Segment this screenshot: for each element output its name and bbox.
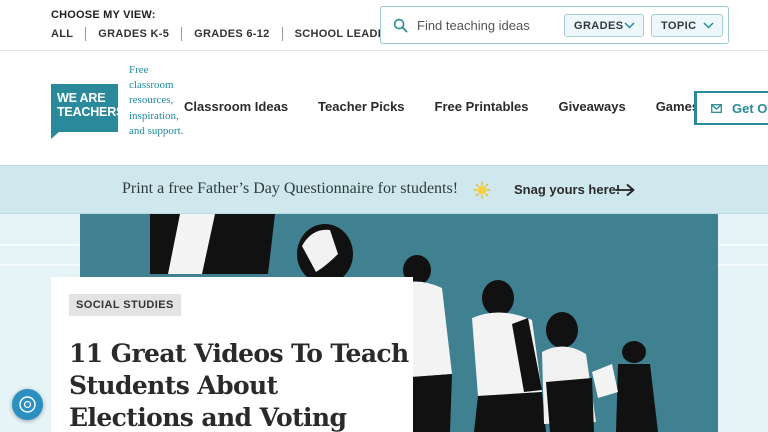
topic-filter-dropdown[interactable]: TOPIC <box>651 14 723 37</box>
search-input[interactable] <box>417 15 557 35</box>
arrow-right-icon[interactable] <box>615 184 635 196</box>
choose-view-label: CHOOSE MY VIEW: <box>51 9 156 21</box>
featured-article-card[interactable]: SOCIAL STUDIES 11 Great Videos To Teach … <box>51 277 413 432</box>
promo-text: Print a free Father’s Day Questionnaire … <box>122 180 459 197</box>
divider <box>181 27 183 41</box>
article-title[interactable]: 11 Great Videos To Teach Students About … <box>69 338 409 432</box>
chat-widget-button[interactable] <box>12 389 43 420</box>
chevron-down-icon <box>703 22 714 29</box>
nav-teacher-picks[interactable]: Teacher Picks <box>318 99 404 114</box>
logo-tail-shape <box>51 132 59 139</box>
topic-filter-label: TOPIC <box>661 19 697 32</box>
promo-banner: Print a free Father’s Day Questionnaire … <box>0 165 768 214</box>
chat-icon <box>19 396 36 413</box>
view-link-grades-k5[interactable]: GRADES K-5 <box>98 28 169 40</box>
grades-filter-label: GRADES <box>574 19 624 32</box>
view-link-all[interactable]: ALL <box>51 28 73 40</box>
sun-icon <box>473 181 491 199</box>
chevron-down-icon <box>624 22 635 29</box>
promo-link[interactable]: Snag yours here! <box>514 182 620 197</box>
nav-giveaways[interactable]: Giveaways <box>558 99 625 114</box>
grades-filter-dropdown[interactable]: GRADES <box>564 14 644 37</box>
divider <box>85 27 87 41</box>
logo-text-line2: TEACHERS <box>57 105 125 119</box>
category-badge[interactable]: SOCIAL STUDIES <box>69 294 181 316</box>
site-tagline: Free classroom resources, inspiration, a… <box>129 64 184 137</box>
top-utility-bar: CHOOSE MY VIEW: ALL GRADES K-5 GRADES 6-… <box>0 0 768 51</box>
newsletter-signup-button[interactable]: Get Ou <box>694 91 768 125</box>
nav-free-printables[interactable]: Free Printables <box>435 99 529 114</box>
main-navigation: WE ARE TEACHERS Free classroom resources… <box>0 51 768 165</box>
search-bar: GRADES TOPIC <box>380 6 729 44</box>
view-link-grades-6-12[interactable]: GRADES 6-12 <box>194 28 269 40</box>
view-links: ALL GRADES K-5 GRADES 6-12 SCHOOL LEADER… <box>51 27 401 41</box>
primary-nav: Classroom Ideas Teacher Picks Free Print… <box>184 99 729 114</box>
nav-games[interactable]: Games <box>656 99 699 114</box>
search-icon[interactable] <box>393 18 408 33</box>
site-logo[interactable]: WE ARE TEACHERS <box>51 84 124 132</box>
newsletter-signup-label: Get Ou <box>732 100 768 116</box>
logo-text-line1: WE ARE <box>57 91 106 105</box>
mail-icon <box>711 103 722 113</box>
divider <box>281 27 283 41</box>
nav-classroom-ideas[interactable]: Classroom Ideas <box>184 99 288 114</box>
